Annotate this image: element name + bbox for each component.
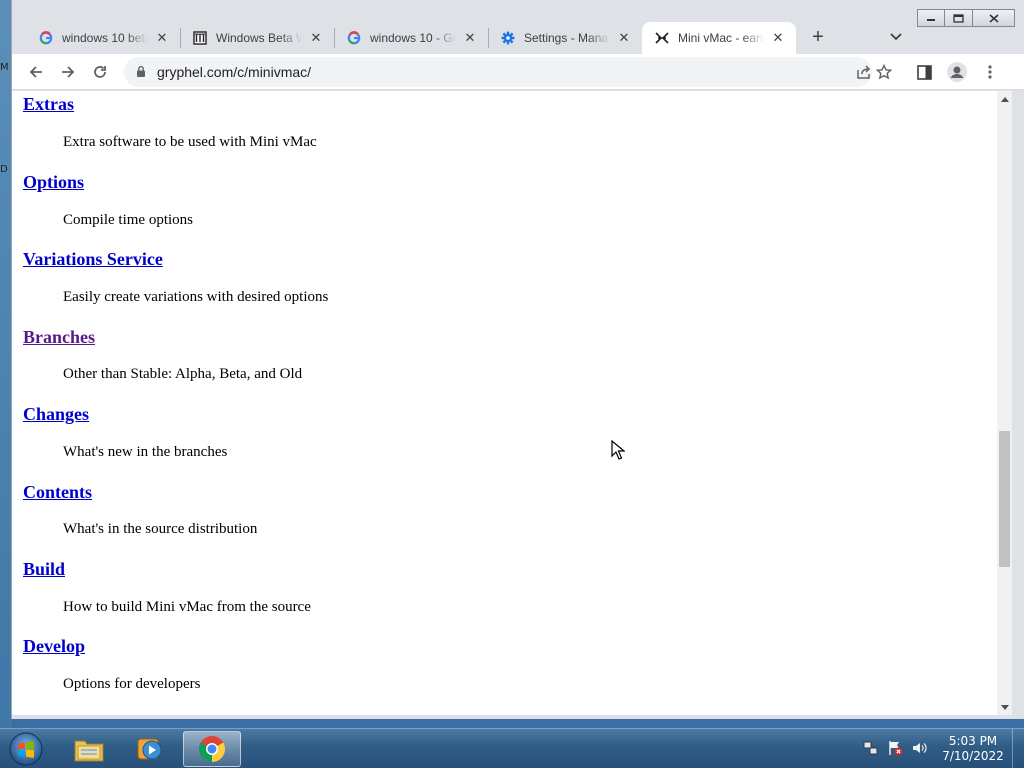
clock[interactable]: 5:03 PM 7/10/2022 [940, 734, 1006, 764]
entry-description: Extra software to be used with Mini vMac [63, 134, 317, 150]
clock-date: 7/10/2022 [942, 749, 1004, 763]
tab-settings-manage[interactable]: Settings - Manage ✕ [488, 22, 642, 54]
link-contents[interactable]: Contents [23, 482, 92, 503]
address-bar[interactable]: gryphel.com/c/minivmac/ [124, 57, 872, 87]
network-icon[interactable] [862, 739, 880, 757]
scroll-up-arrow-icon[interactable] [997, 91, 1012, 107]
volume-icon[interactable] [910, 739, 928, 757]
back-icon[interactable] [24, 60, 48, 84]
tab-title: windows 10 - Google [370, 31, 456, 45]
action-center-icon[interactable] [886, 739, 904, 757]
tab-windows-beta-wiki[interactable]: Windows Beta Wiki ✕ [180, 22, 334, 54]
chrome-icon [198, 736, 226, 763]
entry-description: Other than Stable: Alpha, Beta, and Old [63, 366, 303, 382]
tab-close-icon[interactable]: ✕ [308, 30, 324, 46]
window-controls [917, 9, 1015, 27]
taskbar: 5:03 PM 7/10/2022 [0, 728, 1024, 768]
minimize-icon[interactable] [917, 9, 945, 27]
forward-icon[interactable] [56, 60, 80, 84]
link-variations-service[interactable]: Variations Service [23, 249, 163, 270]
explorer-icon [74, 740, 104, 762]
link-branches[interactable]: Branches [23, 327, 95, 348]
minivmac-icon [654, 30, 670, 46]
desktop-icon-label: M [0, 62, 9, 73]
tab-title: windows 10 beta [62, 31, 148, 45]
scroll-down-arrow-icon[interactable] [997, 699, 1012, 715]
maximize-icon[interactable] [945, 9, 973, 27]
tab-minivmac[interactable]: Mini vMac - early ✕ [642, 22, 796, 54]
side-panel-icon[interactable] [912, 60, 936, 84]
tab-close-icon[interactable]: ✕ [616, 30, 632, 46]
tab-close-icon[interactable]: ✕ [462, 30, 478, 46]
start-button[interactable] [6, 730, 46, 768]
chevron-down-icon[interactable] [886, 27, 906, 47]
entry-description: Easily create variations with desired op… [63, 289, 329, 305]
link-develop[interactable]: Develop [23, 636, 85, 657]
url-text: gryphel.com/c/minivmac/ [157, 64, 312, 80]
lock-icon[interactable] [136, 65, 146, 83]
gear-icon [500, 30, 516, 46]
mouse-cursor-icon [611, 439, 626, 465]
new-tab-button[interactable]: + [806, 25, 830, 49]
tab-title: Mini vMac - early [678, 31, 764, 45]
tab-title: Settings - Manage [524, 31, 610, 45]
close-icon[interactable] [973, 9, 1015, 27]
tab-strip: windows 10 beta ✕ Windows Beta Wiki ✕ wi… [12, 0, 1024, 54]
more-menu-icon[interactable] [978, 60, 1002, 84]
media-player-icon [137, 738, 162, 760]
taskbar-explorer[interactable] [60, 731, 118, 767]
page-content: Extras Extra software to be used with Mi… [12, 91, 997, 715]
clock-time: 5:03 PM [948, 734, 998, 748]
tab-close-icon[interactable]: ✕ [770, 30, 786, 46]
tab-windows10-google[interactable]: windows 10 - Google ✕ [334, 22, 488, 54]
tab-windows10-beta[interactable]: windows 10 beta ✕ [26, 22, 180, 54]
vertical-scrollbar[interactable] [997, 91, 1012, 715]
reload-icon[interactable] [88, 60, 112, 84]
profile-avatar-icon[interactable] [945, 60, 969, 84]
google-icon [38, 30, 54, 46]
link-changes[interactable]: Changes [23, 404, 89, 425]
bookmark-star-icon[interactable] [872, 60, 896, 84]
google-icon [346, 30, 362, 46]
taskbar-chrome[interactable] [183, 731, 241, 767]
browser-window: windows 10 beta ✕ Windows Beta Wiki ✕ wi… [11, 0, 1024, 719]
entry-description: What's new in the branches [63, 444, 228, 460]
entry-description: What's in the source distribution [63, 521, 258, 537]
windows-logo-icon [9, 732, 43, 766]
archive-icon [192, 30, 208, 46]
tab-close-icon[interactable]: ✕ [154, 30, 170, 46]
scrollbar-thumb[interactable] [999, 431, 1010, 567]
show-desktop-button[interactable] [1012, 729, 1024, 768]
desktop-icon-label: D [0, 164, 8, 175]
link-options[interactable]: Options [23, 172, 84, 193]
browser-toolbar: gryphel.com/c/minivmac/ [12, 54, 1024, 90]
entry-description: Options for developers [63, 676, 201, 692]
entry-description: Compile time options [63, 212, 193, 228]
taskbar-media-player[interactable] [121, 731, 179, 767]
entry-description: How to build Mini vMac from the source [63, 599, 311, 615]
system-tray [862, 739, 928, 757]
tab-title: Windows Beta Wiki [216, 31, 302, 45]
link-extras[interactable]: Extras [23, 94, 74, 115]
link-build[interactable]: Build [23, 559, 65, 580]
